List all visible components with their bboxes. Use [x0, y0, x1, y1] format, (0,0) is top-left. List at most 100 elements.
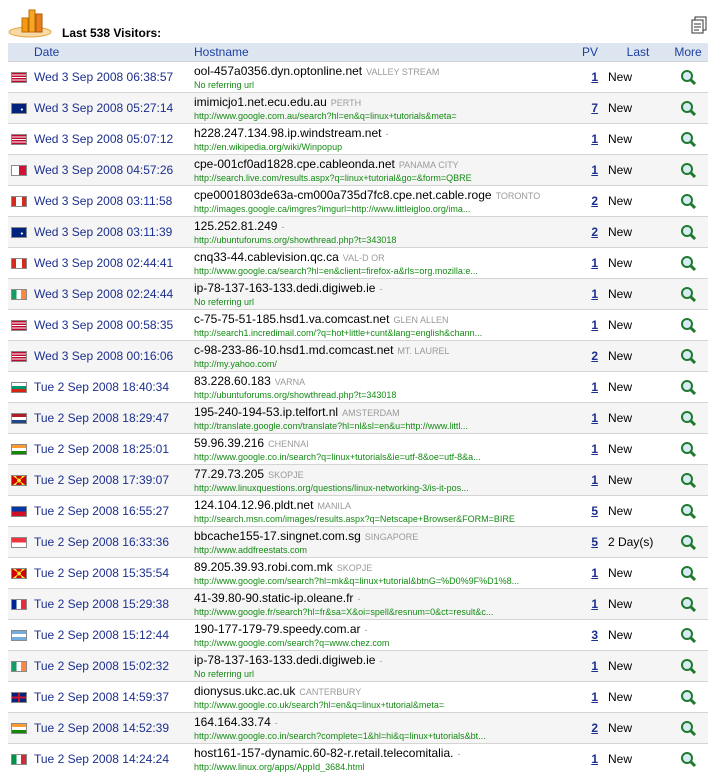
more-cell	[668, 558, 708, 589]
pageviews-link[interactable]: 1	[572, 155, 608, 186]
pageviews-link[interactable]: 1	[572, 434, 608, 465]
visit-date: Tue 2 Sep 2008 14:59:37	[34, 682, 194, 713]
referrer-link[interactable]: No referring url	[194, 669, 572, 679]
magnifier-details-icon[interactable]	[680, 627, 696, 643]
pageviews-link[interactable]: 5	[572, 527, 608, 558]
magnifier-details-icon[interactable]	[680, 565, 696, 581]
visit-date: Wed 3 Sep 2008 03:11:39	[34, 217, 194, 248]
visit-date: Tue 2 Sep 2008 16:55:27	[34, 496, 194, 527]
pageviews-link[interactable]: 3	[572, 620, 608, 651]
magnifier-details-icon[interactable]	[680, 720, 696, 736]
referrer-link[interactable]: http://www.google.com/search?q=www.chez.…	[194, 638, 572, 648]
referrer-link[interactable]: No referring url	[194, 80, 572, 90]
hostname-cell: 164.164.33.74- http://www.google.co.in/se…	[194, 713, 572, 744]
magnifier-details-icon[interactable]	[680, 348, 696, 364]
referrer-link[interactable]: http://ubuntuforums.org/showthread.php?t…	[194, 235, 572, 245]
pageviews-link[interactable]: 2	[572, 713, 608, 744]
magnifier-details-icon[interactable]	[680, 69, 696, 85]
pageviews-link[interactable]: 2	[572, 341, 608, 372]
flag-cell	[8, 155, 34, 186]
table-row: Tue 2 Sep 2008 16:55:27124.104.12.96.pld…	[8, 496, 708, 527]
referrer-link[interactable]: http://search.live.com/results.aspx?q=li…	[194, 173, 572, 183]
magnifier-details-icon[interactable]	[680, 255, 696, 271]
pageviews-link[interactable]: 1	[572, 124, 608, 155]
referrer-link[interactable]: http://www.addfreestats.com	[194, 545, 572, 555]
country-flag-icon	[11, 227, 27, 238]
more-cell	[668, 279, 708, 310]
magnifier-details-icon[interactable]	[680, 596, 696, 612]
magnifier-details-icon[interactable]	[680, 131, 696, 147]
magnifier-details-icon[interactable]	[680, 286, 696, 302]
flag-cell	[8, 744, 34, 774]
hostname: imimicjo1.net.ecu.edu.au	[194, 95, 327, 109]
magnifier-details-icon[interactable]	[680, 658, 696, 674]
location-label: -	[379, 284, 382, 294]
referrer-link[interactable]: http://en.wikipedia.org/wiki/Winpopup	[194, 142, 572, 152]
pageviews-link[interactable]: 1	[572, 682, 608, 713]
table-row: Wed 3 Sep 2008 03:11:58cpe0001803de63a-c…	[8, 186, 708, 217]
pageviews-link[interactable]: 1	[572, 372, 608, 403]
hostname-line: 77.29.73.205SKOPJE	[194, 467, 572, 481]
magnifier-details-icon[interactable]	[680, 379, 696, 395]
pageviews-link[interactable]: 1	[572, 248, 608, 279]
hostname-column-header[interactable]: Hostname	[194, 43, 572, 62]
magnifier-details-icon[interactable]	[680, 410, 696, 426]
referrer-link[interactable]: http://translate.google.com/translate?hl…	[194, 421, 572, 431]
referrer-link[interactable]: http://www.google.com/search?hl=mk&q=lin…	[194, 576, 572, 586]
referrer-link[interactable]: http://www.linux.org/apps/AppId_3684.htm…	[194, 762, 572, 772]
more-cell	[668, 310, 708, 341]
more-column-header[interactable]: More	[668, 43, 708, 62]
referrer-link[interactable]: http://www.linuxquestions.org/questions/…	[194, 483, 572, 493]
magnifier-details-icon[interactable]	[680, 193, 696, 209]
pageviews-link[interactable]: 7	[572, 93, 608, 124]
magnifier-details-icon[interactable]	[680, 100, 696, 116]
referrer-link[interactable]: http://my.yahoo.com/	[194, 359, 572, 369]
last-visit: New	[608, 93, 668, 124]
magnifier-details-icon[interactable]	[680, 534, 696, 550]
pageviews-link[interactable]: 1	[572, 279, 608, 310]
pageviews-link[interactable]: 1	[572, 651, 608, 682]
hostname-line: c-75-75-51-185.hsd1.va.comcast.netGLEN A…	[194, 312, 572, 326]
copy-page-icon[interactable]	[690, 16, 708, 34]
last-column-header[interactable]: Last	[608, 43, 668, 62]
referrer-link[interactable]: http://www.google.co.in/search?q=linux+t…	[194, 452, 572, 462]
magnifier-details-icon[interactable]	[680, 503, 696, 519]
hostname-line: 164.164.33.74-	[194, 715, 572, 729]
pageviews-link[interactable]: 5	[572, 496, 608, 527]
table-row: Tue 2 Sep 2008 16:33:36bbcache155-17.sin…	[8, 527, 708, 558]
referrer-link[interactable]: http://www.google.com.au/search?hl=en&q=…	[194, 111, 572, 121]
pageviews-link[interactable]: 1	[572, 744, 608, 774]
pageviews-link[interactable]: 2	[572, 217, 608, 248]
table-row: Tue 2 Sep 2008 18:25:0159.96.39.216CHENN…	[8, 434, 708, 465]
pageviews-link[interactable]: 2	[572, 186, 608, 217]
magnifier-details-icon[interactable]	[680, 472, 696, 488]
magnifier-details-icon[interactable]	[680, 689, 696, 705]
magnifier-details-icon[interactable]	[680, 441, 696, 457]
pageviews-link[interactable]: 1	[572, 465, 608, 496]
referrer-link[interactable]: http://images.google.ca/imgres?imgurl=ht…	[194, 204, 572, 214]
referrer-link[interactable]: http://www.google.ca/search?hl=en&client…	[194, 266, 572, 276]
magnifier-details-icon[interactable]	[680, 162, 696, 178]
more-cell	[668, 496, 708, 527]
referrer-link[interactable]: http://ubuntuforums.org/showthread.php?t…	[194, 390, 572, 400]
hostname-cell: cpe0001803de63a-cm000a735d7fc8.cpe.net.c…	[194, 186, 572, 217]
pageviews-link[interactable]: 1	[572, 310, 608, 341]
referrer-link[interactable]: http://search.msn.com/images/results.asp…	[194, 514, 572, 524]
pageviews-link[interactable]: 1	[572, 589, 608, 620]
pageviews-link[interactable]: 1	[572, 558, 608, 589]
hostname-line: 89.205.39.93.robi.com.mkSKOPJE	[194, 560, 572, 574]
referrer-link[interactable]: No referring url	[194, 297, 572, 307]
magnifier-details-icon[interactable]	[680, 751, 696, 767]
pageviews-link[interactable]: 1	[572, 403, 608, 434]
referrer-link[interactable]: http://www.google.fr/search?hl=fr&sa=X&o…	[194, 607, 572, 617]
referrer-link[interactable]: http://www.google.co.in/search?complete=…	[194, 731, 572, 741]
magnifier-details-icon[interactable]	[680, 317, 696, 333]
hostname: 190-177-179-79.speedy.com.ar	[194, 622, 361, 636]
magnifier-details-icon[interactable]	[680, 224, 696, 240]
visit-date: Tue 2 Sep 2008 15:29:38	[34, 589, 194, 620]
pageviews-link[interactable]: 1	[572, 62, 608, 93]
date-column-header[interactable]: Date	[34, 43, 194, 62]
pv-column-header[interactable]: PV	[572, 43, 608, 62]
referrer-link[interactable]: http://www.google.co.uk/search?hl=en&q=l…	[194, 700, 572, 710]
referrer-link[interactable]: http://search1.incredimail.com/?q=hot+li…	[194, 328, 572, 338]
